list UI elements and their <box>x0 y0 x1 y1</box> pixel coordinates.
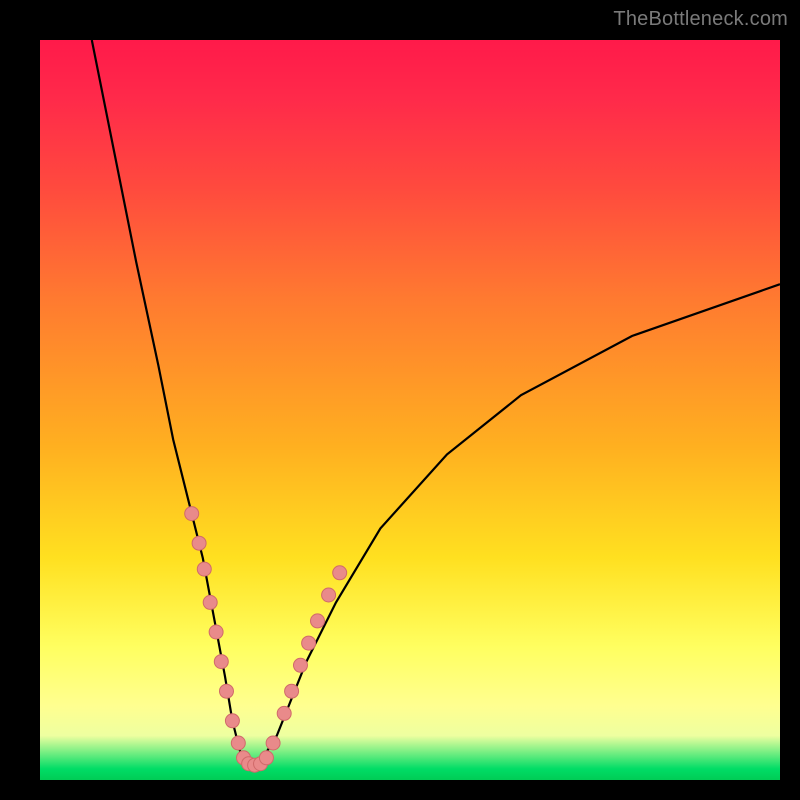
bottleneck-curve <box>92 40 780 765</box>
data-marker <box>266 736 280 750</box>
data-marker <box>225 714 239 728</box>
data-marker <box>311 614 325 628</box>
data-marker <box>302 636 316 650</box>
watermark-text: TheBottleneck.com <box>613 8 788 31</box>
data-marker <box>214 655 228 669</box>
data-marker <box>192 536 206 550</box>
data-marker <box>203 595 217 609</box>
curve-layer <box>40 40 780 780</box>
data-marker <box>259 751 273 765</box>
data-marker <box>231 736 245 750</box>
plot-area <box>40 40 780 780</box>
data-marker <box>333 566 347 580</box>
data-marker <box>185 507 199 521</box>
data-marker <box>209 625 223 639</box>
data-marker <box>277 706 291 720</box>
data-marker <box>285 684 299 698</box>
marker-group <box>185 507 347 773</box>
data-marker <box>322 588 336 602</box>
chart-stage: TheBottleneck.com <box>0 0 800 800</box>
data-marker <box>219 684 233 698</box>
data-marker <box>293 658 307 672</box>
data-marker <box>197 562 211 576</box>
